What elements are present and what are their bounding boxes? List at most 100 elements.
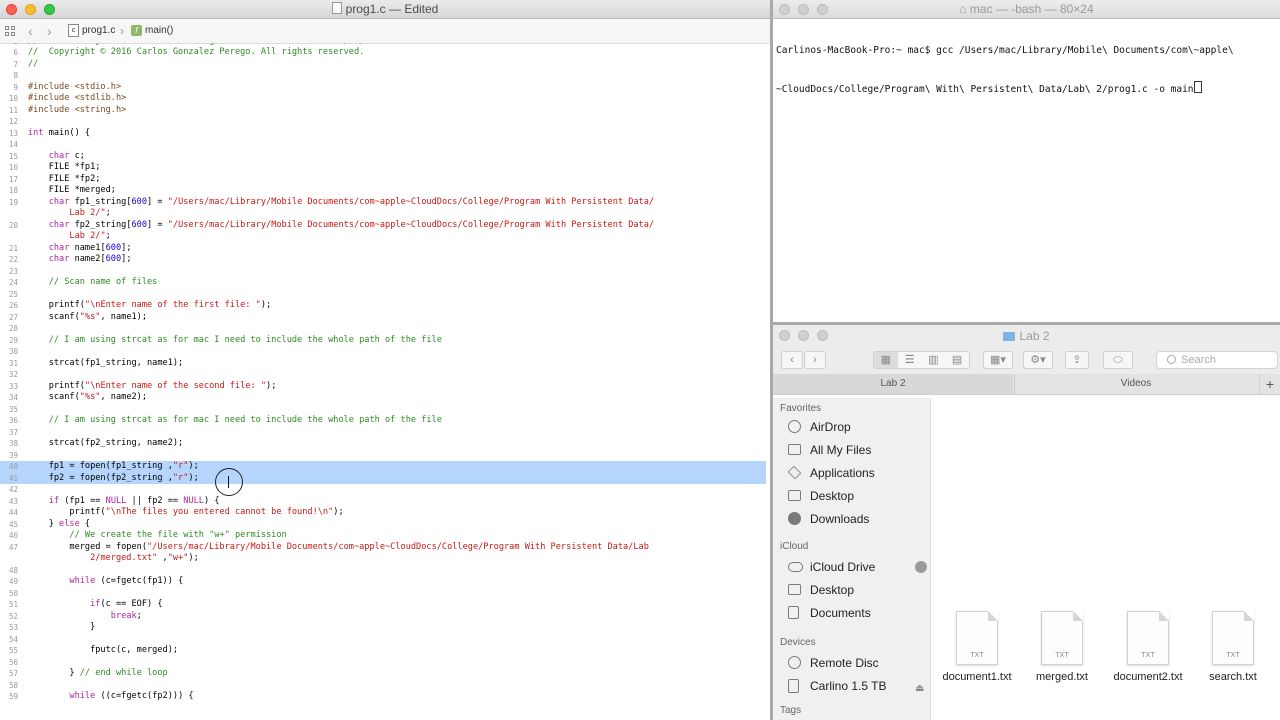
forward-chevron-icon[interactable]: › (804, 351, 826, 369)
code-line[interactable]: 55 fputc(c, merged); (0, 645, 766, 657)
code-line[interactable]: 33 printf("\nEnter name of the second fi… (0, 381, 766, 393)
code-text: // Copyright © 2016 Carlos Gonzalez Pere… (28, 47, 365, 57)
code-line[interactable]: 35 (0, 404, 766, 416)
code-line[interactable]: 20 char fp2_string[600] = "/Users/mac/Li… (0, 220, 766, 232)
code-line[interactable]: 39 (0, 450, 766, 462)
file-item[interactable]: TXT merged.txt (1022, 611, 1102, 683)
code-line[interactable]: 14 (0, 139, 766, 151)
column-view-icon[interactable]: ▥ (922, 352, 946, 368)
code-line[interactable]: 50 (0, 588, 766, 600)
search-input[interactable]: Search (1156, 351, 1278, 369)
search-icon (1167, 355, 1176, 364)
file-item[interactable]: TXT search.txt (1193, 611, 1273, 683)
code-line[interactable]: 40 fp1 = fopen(fp1_string ,"r"); (0, 461, 766, 473)
file-item[interactable]: TXT document2.txt (1108, 611, 1188, 683)
tab-videos[interactable]: Videos (1014, 374, 1257, 394)
line-number: 25 (8, 289, 18, 299)
tab-lab-2[interactable]: Lab 2 (773, 374, 1013, 394)
code-line[interactable]: 48 (0, 565, 766, 577)
arrange-menu-icon[interactable]: ▦▾ (983, 351, 1013, 369)
share-icon[interactable]: ⇪ (1065, 351, 1089, 369)
code-line[interactable]: 13 int main() { (0, 128, 766, 140)
breadcrumb-file[interactable]: c prog1.c (68, 19, 115, 43)
code-line[interactable]: 2/merged.txt" ,"w+"); (0, 553, 766, 565)
code-line[interactable]: 10 #include <stdlib.h> (0, 93, 766, 105)
code-line[interactable]: 24 // Scan name of files (0, 277, 766, 289)
code-line[interactable]: 21 char name1[600]; (0, 243, 766, 255)
code-editor[interactable]: 5// Created by Carlos Gonzalez Perego an… (0, 43, 770, 720)
code-line[interactable]: 59 while ((c=fgetc(fp2))) { (0, 691, 766, 703)
code-line[interactable]: 28 (0, 323, 766, 335)
code-line[interactable]: 31 strcat(fp1_string, name1); (0, 358, 766, 370)
code-line[interactable]: 42 (0, 484, 766, 496)
code-line[interactable]: 11 #include <string.h> (0, 105, 766, 117)
code-line[interactable]: 7 // (0, 59, 766, 71)
code-line[interactable]: 58 (0, 680, 766, 692)
code-line[interactable]: 46 // We create the file with "w+" permi… (0, 530, 766, 542)
icon-view-icon[interactable]: ▦ (874, 352, 898, 368)
text-cursor-icon (228, 476, 231, 488)
file-item[interactable]: TXT document1.txt (937, 611, 1017, 683)
code-line[interactable]: 18 FILE *merged; (0, 185, 766, 197)
code-line[interactable]: 19 char fp1_string[600] = "/Users/mac/Li… (0, 197, 766, 209)
code-line[interactable]: 32 (0, 369, 766, 381)
code-line[interactable]: 12 (0, 116, 766, 128)
code-line[interactable]: 6 // Copyright © 2016 Carlos Gonzalez Per… (0, 47, 766, 59)
code-line[interactable]: 47 merged = fopen("/Users/mac/Library/Mo… (0, 542, 766, 554)
code-line[interactable]: 25 (0, 289, 766, 301)
code-line[interactable]: 57 } // end while loop (0, 668, 766, 680)
code-line[interactable]: 44 printf("\nThe files you entered canno… (0, 507, 766, 519)
code-line[interactable]: 54 (0, 634, 766, 646)
code-line[interactable]: 49 while (c=fgetc(fp1)) { (0, 576, 766, 588)
code-line[interactable]: 56 (0, 657, 766, 669)
code-line[interactable]: 36 // I am using strcat as for mac I nee… (0, 415, 766, 427)
terminal-output[interactable]: Carlinos-MacBook-Pro:~ mac$ gcc /Users/m… (776, 21, 1280, 120)
code-line[interactable]: 38 strcat(fp2_string, name2); (0, 438, 766, 450)
related-items-grid-icon[interactable] (5, 19, 17, 43)
code-line[interactable]: 53 } (0, 622, 766, 634)
code-line[interactable]: 15 char c; (0, 151, 766, 163)
line-number: 52 (8, 611, 18, 621)
code-line[interactable]: 9 #include <stdio.h> (0, 82, 766, 94)
code-line[interactable]: 27 scanf("%s", name1); (0, 312, 766, 324)
eject-icon[interactable]: ⏏ (915, 679, 924, 699)
new-tab-plus-icon[interactable]: + (1259, 374, 1280, 394)
code-text: merged = fopen("/Users/mac/Library/Mobil… (28, 541, 649, 552)
code-line[interactable]: 8 (0, 70, 766, 82)
code-line[interactable]: 30 (0, 346, 766, 358)
code-line[interactable]: Lab 2/"; (0, 208, 766, 220)
line-number: 19 (8, 197, 18, 207)
code-line[interactable]: 41 fp2 = fopen(fp2_string ,"r"); (0, 472, 766, 484)
code-line[interactable]: 23 (0, 266, 766, 278)
list-view-icon[interactable]: ☰ (898, 352, 922, 368)
code-line[interactable]: 43 if (fp1 == NULL || fp2 == NULL) { (0, 496, 766, 508)
line-number: 11 (8, 105, 18, 115)
line-number: 36 (8, 416, 18, 425)
view-mode-segment[interactable]: ▦ ☰ ▥ ▤ (873, 351, 970, 369)
code-line[interactable]: 51 if(c == EOF) { (0, 599, 766, 611)
cover-flow-icon[interactable]: ▤ (945, 352, 969, 368)
back-chevron-icon[interactable]: ‹ (781, 351, 803, 369)
code-line[interactable]: 34 scanf("%s", name2); (0, 392, 766, 404)
code-line[interactable]: 29 // I am using strcat as for mac I nee… (0, 335, 766, 347)
action-gear-icon[interactable]: ⚙▾ (1023, 351, 1053, 369)
line-number: 20 (8, 220, 18, 230)
forward-chevron-icon[interactable]: › (47, 19, 52, 43)
breadcrumb-symbol[interactable]: f main() (131, 19, 173, 43)
code-line[interactable]: 17 FILE *fp2; (0, 174, 766, 186)
code-text: 2/merged.txt" ,"w+"); (90, 553, 199, 563)
code-line[interactable]: Lab 2/"; (0, 231, 766, 243)
line-number: 57 (8, 669, 18, 678)
code-line[interactable]: 26 printf("\nEnter name of the first fil… (0, 300, 766, 312)
edit-tags-icon[interactable]: ⬭ (1103, 351, 1133, 369)
back-chevron-icon[interactable]: ‹ (28, 19, 33, 43)
code-text: #include <string.h> (28, 104, 127, 115)
code-line[interactable]: 45 } else { (0, 519, 766, 531)
line-number: 8 (13, 71, 18, 80)
code-line[interactable]: 37 (0, 427, 766, 439)
code-line[interactable]: 52 break; (0, 611, 766, 623)
line-number: 51 (8, 600, 18, 609)
code-line[interactable]: 22 char name2[600]; (0, 254, 766, 266)
line-number: 32 (8, 370, 18, 379)
code-line[interactable]: 16 FILE *fp1; (0, 162, 766, 174)
